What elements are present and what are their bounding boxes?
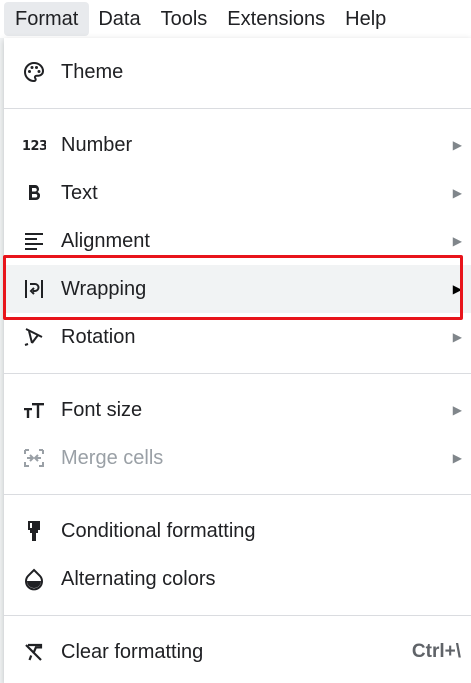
menu-divider: [4, 108, 471, 109]
menubar-data[interactable]: Data: [87, 2, 151, 36]
format-dropdown-menu: Theme 123 Number ▶ Text ▶ Alignment ▶ Wr…: [4, 38, 471, 683]
submenu-arrow-icon: ▶: [452, 403, 462, 417]
menu-item-label: Text: [61, 181, 98, 204]
menu-item-label: Alignment: [61, 229, 150, 252]
menu-item-alignment[interactable]: Alignment ▶: [4, 217, 471, 265]
menu-item-font-size[interactable]: Font size ▶: [4, 386, 471, 434]
paint-roller-icon: [22, 519, 46, 543]
menu-item-merge-cells[interactable]: Merge cells ▶: [4, 434, 471, 482]
menu-item-label: Theme: [61, 60, 124, 83]
menubar-extensions[interactable]: Extensions: [216, 2, 336, 36]
clear-format-icon: [22, 640, 46, 664]
submenu-arrow-icon: ▶: [452, 282, 462, 296]
menubar-format[interactable]: Format: [4, 2, 90, 36]
menu-item-label: Wrapping: [61, 277, 147, 300]
menu-divider: [4, 373, 471, 374]
menu-item-wrapping[interactable]: Wrapping ▶: [4, 265, 471, 313]
submenu-arrow-icon: ▶: [452, 138, 462, 152]
menu-item-label: Number: [61, 133, 133, 156]
menu-item-label: Rotation: [61, 325, 136, 348]
submenu-arrow-icon: ▶: [452, 330, 462, 344]
menubar-tools[interactable]: Tools: [150, 2, 219, 36]
menu-item-label: Merge cells: [61, 446, 164, 469]
text-rotation-icon: [22, 325, 46, 349]
menu-item-label: Alternating colors: [61, 567, 216, 590]
menu-divider: [4, 615, 471, 616]
menu-item-number[interactable]: 123 Number ▶: [4, 121, 471, 169]
menu-item-theme[interactable]: Theme: [4, 48, 471, 96]
submenu-arrow-icon: ▶: [452, 186, 462, 200]
svg-text:123: 123: [22, 139, 46, 154]
submenu-arrow-icon: ▶: [452, 234, 462, 248]
align-left-icon: [22, 229, 46, 253]
menu-bar: Format Data Tools Extensions Help: [0, 0, 471, 38]
submenu-arrow-icon: ▶: [452, 451, 462, 465]
menu-item-label: Font size: [61, 398, 143, 421]
menu-item-alternating-colors[interactable]: Alternating colors: [4, 555, 471, 603]
menu-divider: [4, 494, 471, 495]
menu-item-text[interactable]: Text ▶: [4, 169, 471, 217]
menu-item-conditional-formatting[interactable]: Conditional formatting: [4, 507, 471, 555]
palette-icon: [22, 60, 46, 84]
text-wrap-icon: [22, 277, 46, 301]
menu-item-label: Conditional formatting: [61, 519, 256, 542]
keyboard-shortcut: Ctrl+\: [411, 641, 461, 662]
merge-cells-icon: [22, 446, 46, 470]
color-drop-icon: [22, 567, 46, 591]
bold-b-icon: [22, 181, 46, 205]
font-size-icon: [22, 398, 46, 422]
menu-item-rotation[interactable]: Rotation ▶: [4, 313, 471, 361]
menubar-help[interactable]: Help: [334, 2, 397, 36]
menu-item-clear-formatting[interactable]: Clear formatting Ctrl+\: [4, 628, 471, 676]
number-123-icon: 123: [22, 133, 46, 157]
menu-item-label: Clear formatting: [61, 640, 204, 663]
